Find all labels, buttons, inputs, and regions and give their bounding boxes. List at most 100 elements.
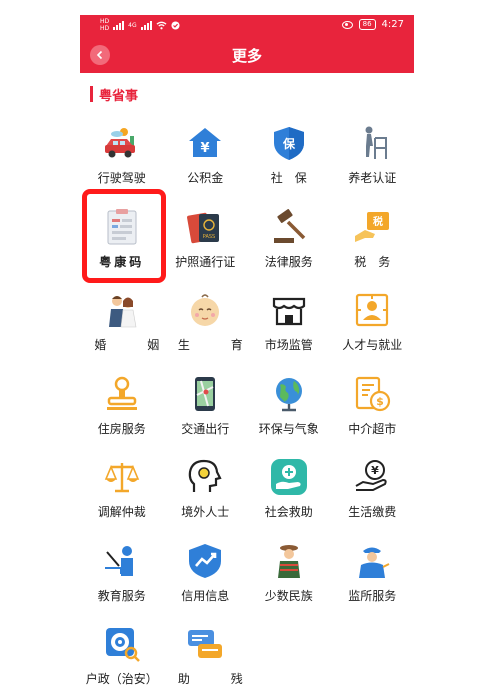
service-health-code[interactable]: 粤康码 bbox=[80, 204, 164, 288]
id-badge-icon bbox=[356, 293, 389, 327]
service-label: 境外人士 bbox=[181, 505, 230, 519]
service-label: 调解仲裁 bbox=[97, 505, 146, 519]
signal-label: 4G bbox=[128, 21, 137, 29]
service-label: 环保与气象 bbox=[258, 421, 319, 436]
service-label: 粤康码 bbox=[99, 254, 145, 269]
service-label: 法律服务 bbox=[264, 254, 313, 269]
service-detention[interactable]: 监所服务 bbox=[331, 538, 415, 622]
clock: 4:27 bbox=[381, 19, 404, 30]
network-type: HD HD bbox=[100, 18, 110, 32]
head-profile-icon bbox=[188, 459, 222, 492]
elderly-walker-icon bbox=[365, 126, 388, 159]
battery-indicator: 86 bbox=[358, 19, 376, 30]
house-fund-icon: ¥ bbox=[189, 128, 222, 157]
signal-icon-2 bbox=[140, 20, 152, 30]
helping-hand-icon bbox=[270, 459, 307, 495]
globe-icon bbox=[275, 377, 302, 411]
wifi-icon bbox=[156, 21, 167, 29]
tax-hand-icon: 税 bbox=[355, 211, 390, 242]
service-passport[interactable]: PASS 护照通行证 bbox=[164, 204, 248, 288]
eye-comfort-icon bbox=[341, 20, 353, 29]
status-bar: HD HD 4G 86 4:27 bbox=[80, 15, 414, 37]
service-label: 人才与就业 bbox=[342, 338, 403, 352]
service-housing[interactable]: 住房服务 bbox=[80, 371, 164, 455]
service-utility-payment[interactable]: ¥ 生活缴费 bbox=[331, 454, 415, 538]
dollar-document-icon: $ bbox=[356, 376, 391, 411]
car-icon bbox=[104, 128, 135, 158]
service-education[interactable]: 教育服务 bbox=[80, 538, 164, 622]
service-label: 生 育 bbox=[177, 338, 258, 352]
target-search-icon bbox=[105, 628, 140, 662]
service-ethnic-minority[interactable]: 少数民族 bbox=[247, 538, 331, 622]
service-label: 交通出行 bbox=[181, 421, 230, 436]
service-label: 市场监管 bbox=[264, 338, 313, 352]
baby-face-icon bbox=[191, 294, 220, 326]
service-label: 户政（治安） bbox=[85, 672, 158, 686]
service-talent-employment[interactable]: 人才与就业 bbox=[331, 287, 415, 371]
section-title: 粤省事 bbox=[99, 88, 139, 104]
app-header: HD HD 4G 86 4:27 更多 bbox=[80, 15, 414, 73]
service-legal[interactable]: 法律服务 bbox=[247, 204, 331, 288]
service-credit[interactable]: 信用信息 bbox=[164, 538, 248, 622]
scales-icon bbox=[104, 463, 139, 493]
chat-cards-icon bbox=[188, 630, 223, 658]
service-social-assistance[interactable]: 社会救助 bbox=[247, 454, 331, 538]
svg-text:$: $ bbox=[376, 395, 384, 408]
service-label: 住房服务 bbox=[97, 421, 146, 436]
service-transport[interactable]: 交通出行 bbox=[164, 371, 248, 455]
service-label: 养老认证 bbox=[348, 171, 397, 185]
service-social-security[interactable]: 保 社 保 bbox=[247, 120, 331, 204]
service-label: 监所服务 bbox=[348, 588, 397, 603]
service-market-supervision[interactable]: 市场监管 bbox=[247, 287, 331, 371]
service-label: 护照通行证 bbox=[175, 254, 236, 269]
teacher-icon bbox=[104, 545, 133, 576]
signal-icon bbox=[113, 20, 125, 30]
service-grid: 行驶驾驶 ¥ 公积金 保 社 保 养老认证 粤康码 PASS 护照通行证 法律服… bbox=[80, 120, 414, 700]
section-accent-bar bbox=[90, 86, 93, 102]
gavel-icon bbox=[273, 208, 305, 243]
verified-icon bbox=[171, 20, 180, 30]
service-birth[interactable]: 生 育 bbox=[164, 287, 248, 371]
service-agency-market[interactable]: $ 中介超市 bbox=[331, 371, 415, 455]
page-title: 更多 bbox=[231, 47, 262, 65]
credit-shield-icon bbox=[189, 543, 222, 578]
yen-hand-icon: ¥ bbox=[355, 460, 387, 491]
service-household-registration[interactable]: 户政（治安） bbox=[80, 621, 164, 700]
health-code-icon bbox=[107, 208, 137, 244]
nav-bar: 更多 bbox=[80, 39, 414, 73]
service-marriage[interactable]: 婚 姻 bbox=[80, 287, 164, 371]
officer-icon bbox=[359, 547, 390, 578]
service-disability-aid[interactable]: 助 残 bbox=[164, 621, 248, 700]
service-label: 税 务 bbox=[354, 254, 391, 269]
service-label: 少数民族 bbox=[264, 588, 313, 603]
service-label: 婚 姻 bbox=[94, 338, 174, 352]
couple-icon bbox=[108, 296, 137, 328]
phone-screen: HD HD 4G 86 4:27 更多 粤省事 行驶驾驶 ¥ 公积金 保 社 保… bbox=[80, 15, 414, 700]
service-housing-fund[interactable]: ¥ 公积金 bbox=[164, 120, 248, 204]
storefront-icon bbox=[272, 297, 305, 326]
service-label: 助 残 bbox=[177, 672, 258, 686]
map-phone-icon bbox=[195, 376, 216, 411]
service-pension-auth[interactable]: 养老认证 bbox=[331, 120, 415, 204]
service-label: 信用信息 bbox=[181, 588, 230, 603]
svg-text:¥: ¥ bbox=[371, 464, 379, 477]
service-label: 教育服务 bbox=[97, 588, 146, 603]
shield-insurance-icon: 保 bbox=[273, 127, 304, 160]
svg-text:税: 税 bbox=[373, 215, 383, 228]
service-tax[interactable]: 税 税 务 bbox=[331, 204, 415, 288]
service-driving[interactable]: 行驶驾驶 bbox=[80, 120, 164, 204]
service-label: 社会救助 bbox=[264, 505, 313, 519]
svg-text:PASS: PASS bbox=[203, 234, 215, 240]
service-mediation[interactable]: 调解仲裁 bbox=[80, 454, 164, 538]
svg-text:保: 保 bbox=[282, 136, 296, 151]
stamp-icon bbox=[106, 376, 137, 410]
service-label: 行驶驾驶 bbox=[97, 171, 146, 185]
ethnic-person-icon bbox=[277, 544, 300, 578]
service-label: 社 保 bbox=[270, 171, 307, 185]
section-header: 粤省事 bbox=[90, 86, 139, 104]
service-label: 公积金 bbox=[187, 171, 224, 185]
service-environment-weather[interactable]: 环保与气象 bbox=[247, 371, 331, 455]
service-label: 中介超市 bbox=[348, 421, 397, 436]
passport-icon: PASS bbox=[187, 212, 220, 243]
service-foreigners[interactable]: 境外人士 bbox=[164, 454, 248, 538]
